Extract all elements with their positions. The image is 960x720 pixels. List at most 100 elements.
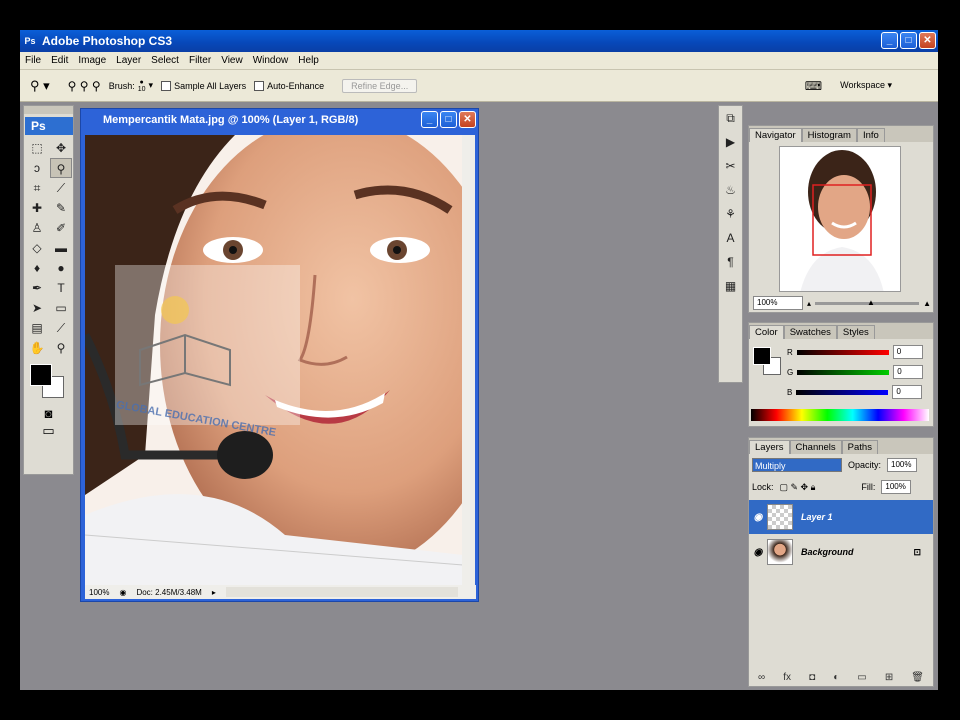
image-canvas[interactable]: GLOBAL EDUCATION CENTRE bbox=[85, 135, 463, 585]
doc-zoom-level[interactable]: 100% bbox=[89, 588, 109, 597]
menu-layer[interactable]: Layer bbox=[111, 55, 146, 66]
tool-preset-picker[interactable]: ⚲ ▾ bbox=[30, 78, 50, 94]
tab-color[interactable]: Color bbox=[749, 325, 784, 339]
selection-mode-icons[interactable]: ⚲ ⚲ ⚲ bbox=[68, 79, 101, 93]
bridge-icon[interactable]: ⌨ bbox=[805, 79, 822, 93]
adjustment-layer-icon[interactable]: ◐ bbox=[833, 672, 839, 683]
horizontal-scrollbar[interactable] bbox=[225, 587, 458, 597]
menu-window[interactable]: Window bbox=[248, 55, 294, 66]
tab-layers[interactable]: Layers bbox=[749, 440, 790, 454]
doc-close-button[interactable]: ✕ bbox=[459, 111, 476, 128]
eraser-tool-icon[interactable]: ◇ bbox=[26, 238, 48, 258]
brushes-panel-icon[interactable]: ♨ bbox=[719, 178, 742, 202]
menu-image[interactable]: Image bbox=[73, 55, 111, 66]
tool-presets-icon[interactable]: ✂ bbox=[719, 154, 742, 178]
clone-stamp-icon[interactable]: ♙ bbox=[26, 218, 48, 238]
history-brush-icon[interactable]: ✐ bbox=[50, 218, 72, 238]
layer-style-icon[interactable]: fx bbox=[783, 672, 791, 683]
type-tool-icon[interactable]: T bbox=[50, 278, 72, 298]
clone-source-icon[interactable]: ⚘ bbox=[719, 202, 742, 226]
character-panel-icon[interactable]: A bbox=[719, 226, 742, 250]
new-layer-icon[interactable]: ⊞ bbox=[885, 672, 893, 683]
crop-tool-icon[interactable]: ⌗ bbox=[26, 178, 48, 198]
menu-filter[interactable]: Filter bbox=[184, 55, 216, 66]
blur-tool-icon[interactable]: ♦ bbox=[26, 258, 48, 278]
zoom-out-icon[interactable]: ▴ bbox=[807, 299, 811, 308]
tab-styles[interactable]: Styles bbox=[836, 325, 875, 339]
dodge-tool-icon[interactable]: ● bbox=[50, 258, 72, 278]
doc-maximize-button[interactable]: □ bbox=[440, 111, 457, 128]
menu-select[interactable]: Select bbox=[146, 55, 184, 66]
zoom-tool-icon[interactable]: ⚲ bbox=[50, 338, 72, 358]
foreground-color[interactable] bbox=[30, 364, 52, 386]
tab-info[interactable]: Info bbox=[856, 128, 885, 142]
delete-layer-icon[interactable]: 🗑︎ bbox=[911, 672, 924, 683]
red-slider[interactable] bbox=[796, 349, 889, 355]
healing-brush-icon[interactable]: ✚ bbox=[26, 198, 48, 218]
zoom-slider[interactable]: ▲ bbox=[815, 298, 920, 307]
blue-slider[interactable] bbox=[796, 389, 889, 395]
quick-selection-tool-icon[interactable]: ⚲ bbox=[50, 158, 72, 178]
navigator-zoom-input[interactable]: 100% bbox=[753, 296, 803, 310]
zoom-in-icon[interactable]: ▲ bbox=[923, 299, 931, 308]
menu-file[interactable]: File bbox=[20, 55, 46, 66]
slice-tool-icon[interactable]: ⟋ bbox=[50, 178, 72, 198]
lock-icons[interactable]: ▢ ✎ ✥ 🔒︎ bbox=[780, 482, 816, 493]
shape-tool-icon[interactable]: ▭ bbox=[50, 298, 72, 318]
eyedropper-icon[interactable]: ⟋ bbox=[50, 318, 72, 338]
color-swatches[interactable] bbox=[28, 362, 73, 402]
tab-histogram[interactable]: Histogram bbox=[801, 128, 857, 142]
layer-row-layer1[interactable]: ◉ Layer 1 bbox=[749, 500, 933, 534]
minimize-button[interactable]: _ bbox=[881, 32, 898, 49]
refine-edge-button[interactable]: Refine Edge... bbox=[342, 78, 418, 93]
b-value[interactable]: 0 bbox=[892, 385, 923, 399]
hand-tool-icon[interactable]: ✋ bbox=[26, 338, 48, 358]
marquee-tool-icon[interactable]: ⬚ bbox=[26, 138, 48, 158]
lasso-tool-icon[interactable]: ↄ bbox=[26, 158, 48, 178]
gradient-tool-icon[interactable]: ▬ bbox=[50, 238, 72, 258]
tab-channels[interactable]: Channels bbox=[789, 440, 842, 454]
maximize-button[interactable]: □ bbox=[900, 32, 917, 49]
brush-picker[interactable]: ● 10 bbox=[138, 79, 146, 93]
add-mask-icon[interactable]: ◘ bbox=[809, 672, 815, 683]
history-panel-icon[interactable]: ⧉ bbox=[719, 106, 742, 130]
brush-tool-icon[interactable]: ✎ bbox=[50, 198, 72, 218]
doc-minimize-button[interactable]: _ bbox=[421, 111, 438, 128]
path-selection-icon[interactable]: ➤ bbox=[26, 298, 48, 318]
fill-input[interactable]: 100% bbox=[881, 480, 912, 494]
paragraph-panel-icon[interactable]: ¶ bbox=[719, 250, 742, 274]
menu-help[interactable]: Help bbox=[293, 55, 324, 66]
tab-paths[interactable]: Paths bbox=[841, 440, 878, 454]
sample-all-layers-checkbox[interactable] bbox=[161, 80, 172, 91]
tab-swatches[interactable]: Swatches bbox=[783, 325, 837, 339]
opacity-input[interactable]: 100% bbox=[887, 458, 918, 472]
g-value[interactable]: 0 bbox=[893, 365, 924, 379]
workspace-button[interactable]: Workspace ▾ bbox=[840, 80, 892, 91]
menu-edit[interactable]: Edit bbox=[46, 55, 73, 66]
color-spectrum-ramp[interactable] bbox=[751, 409, 929, 421]
auto-enhance-checkbox[interactable] bbox=[254, 80, 265, 91]
layer-row-background[interactable]: ◉ Background ⊡ bbox=[749, 535, 933, 569]
blend-mode-select[interactable]: Multiply bbox=[752, 458, 842, 472]
green-slider[interactable] bbox=[797, 369, 890, 375]
eye-icon[interactable]: ◉ bbox=[749, 547, 767, 558]
r-value[interactable]: 0 bbox=[892, 345, 923, 359]
tab-navigator[interactable]: Navigator bbox=[749, 128, 802, 142]
notes-tool-icon[interactable]: ▤ bbox=[26, 318, 48, 338]
move-tool-icon[interactable]: ✥ bbox=[50, 138, 72, 158]
status-arrow-icon[interactable]: ▸ bbox=[212, 588, 216, 597]
new-group-icon[interactable]: ▭ bbox=[857, 672, 866, 683]
quick-mask-icon[interactable]: ◙ bbox=[24, 406, 73, 421]
fg-color-box[interactable] bbox=[753, 347, 771, 365]
vertical-scrollbar[interactable] bbox=[462, 135, 475, 585]
screen-mode-icon[interactable]: ▭ bbox=[24, 423, 73, 439]
menu-view[interactable]: View bbox=[216, 55, 248, 66]
link-layers-icon[interactable]: ∞ bbox=[758, 672, 765, 683]
eye-icon[interactable]: ◉ bbox=[749, 512, 767, 523]
pen-tool-icon[interactable]: ✒ bbox=[26, 278, 48, 298]
navigator-thumbnail[interactable] bbox=[779, 146, 901, 292]
close-button[interactable]: ✕ bbox=[919, 32, 936, 49]
actions-panel-icon[interactable]: ▶ bbox=[719, 130, 742, 154]
layer-comps-icon[interactable]: ▦ bbox=[719, 274, 742, 298]
status-menu-icon[interactable]: ◉ bbox=[119, 588, 126, 597]
